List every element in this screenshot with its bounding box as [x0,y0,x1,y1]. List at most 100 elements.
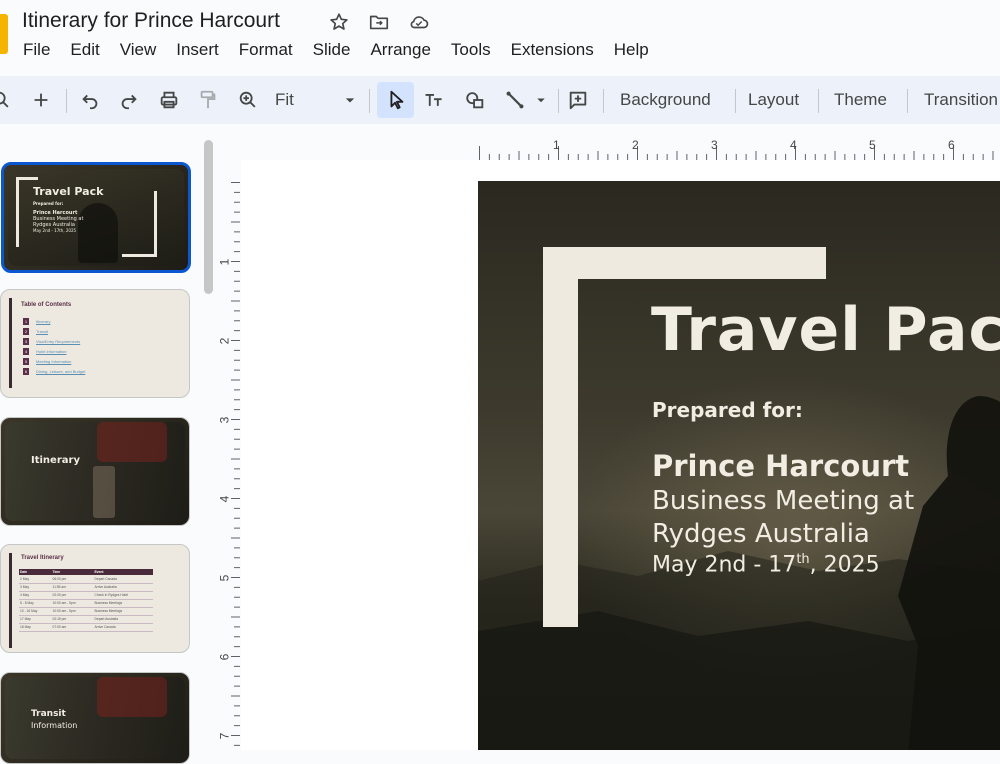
date-range-end: , 2025 [809,552,880,578]
table-cell: 11:55 am [52,585,67,589]
prepared-for-label[interactable]: Prepared for: [652,398,803,422]
thumbnail-title: Itinerary [31,455,80,466]
table-cell: Arrive Australia [94,585,117,589]
menu-insert[interactable]: Insert [176,40,219,62]
thumbnail-title: Table of Contents [21,302,72,308]
table-cell: Arrive Canada [94,625,116,629]
ruler-label: 2 [217,337,232,345]
toc-number: 2 [23,327,29,335]
table-row: 18 May 07:00 am Arrive Canada [19,623,153,631]
toc-link: Dining, Leisure, and Budget [36,368,86,374]
table-cell: 07:00 am [52,625,67,629]
table-cell: 02:15 pm [52,617,67,621]
slide-title[interactable]: Travel Pac [651,295,1000,365]
table-cell: Depart Canada [94,576,117,581]
zoom-dropdown-chevron-down-icon[interactable] [340,84,360,116]
slide-thumbnail-4[interactable]: Travel Itinerary Date Time Event 2 May 06… [0,544,190,653]
menu-format[interactable]: Format [239,40,293,62]
paint-format-icon[interactable] [195,84,221,116]
recipient-name[interactable]: Prince Harcourt [652,449,909,483]
background-button[interactable]: Background [620,90,711,110]
menu-tools[interactable]: Tools [451,40,491,62]
table-row: 4 May 02:00 pm Check in Rydges Hotel [19,591,153,599]
undo-icon[interactable] [77,84,103,116]
corner-bracket-top [543,247,826,279]
toc-link: Transit [36,328,49,334]
document-title[interactable]: Itinerary for Prince Harcourt [22,9,280,33]
slide-thumbnail-1[interactable]: Travel Pack Prepared for: Prince Harcour… [1,162,191,273]
filmstrip-scrollbar[interactable] [204,140,213,294]
line-dropdown-chevron-down-icon[interactable] [532,84,550,116]
toc-number: 6 [23,367,29,375]
ruler-ticks [231,182,240,746]
theme-button[interactable]: Theme [834,90,887,110]
thumbnail-title: Travel Itinerary [21,555,64,561]
ruler-label: 4 [790,138,797,152]
table-cell: 3 May [20,585,29,589]
ruler-label: 5 [217,574,232,582]
vertical-ruler[interactable]: 1 2 3 4 5 6 7 [217,182,240,750]
date-range-start: May 2nd - 17 [652,552,797,578]
corner-bracket [122,254,157,257]
layout-button[interactable]: Layout [748,90,799,110]
text-box-icon[interactable] [421,84,447,116]
cloud-saved-icon[interactable] [407,11,431,35]
transition-button[interactable]: Transition [924,90,998,110]
add-comment-icon[interactable] [565,84,591,116]
menu-arrange[interactable]: Arrange [370,40,430,62]
menu-help[interactable]: Help [614,40,649,62]
toolbar-divider [818,89,819,113]
slide-thumbnail-3[interactable]: Itinerary [0,417,190,526]
corner-bracket [16,177,38,180]
toc-link: Visa/Entry Requirements [36,338,81,344]
ruler-label: 4 [217,495,232,503]
date-range[interactable]: May 2nd - 17th, 2025 [652,552,880,577]
menu-slide[interactable]: Slide [313,40,351,62]
shape-icon[interactable] [462,84,488,116]
slides-logo-icon[interactable] [0,14,8,54]
menu-extensions[interactable]: Extensions [511,40,594,62]
toc-number: 4 [23,347,29,355]
menu-file[interactable]: File [23,40,50,62]
corner-bracket [16,177,19,247]
new-slide-icon[interactable] [28,84,54,116]
toc-link: Meeting Information [36,358,72,364]
toolbar-divider [369,89,370,113]
event-line-2[interactable]: Rydges Australia [652,519,870,549]
redo-icon[interactable] [116,84,142,116]
corner-bracket-left [543,247,578,627]
star-icon[interactable] [328,11,352,35]
toc-number: 1 [23,317,29,325]
accent-bar [9,553,12,648]
table-cell: 10:00 am - 5pm [52,601,76,605]
table-cell: 4 May [20,593,29,597]
zoom-icon[interactable] [235,84,261,116]
search-menus-icon[interactable] [0,84,12,116]
thumbnail-title: Transit [31,709,66,719]
thumbnail-title: Travel Pack [33,185,104,198]
table-cell: 06:00 pm [52,576,67,581]
zoom-value[interactable]: Fit [275,90,294,110]
horizontal-ruler[interactable]: 1 2 3 4 5 6 [479,138,1000,160]
print-icon[interactable] [156,84,182,116]
move-folder-icon[interactable] [368,11,392,35]
toolbar-divider [735,89,736,113]
main-slide[interactable]: Travel Pac Prepared for: Prince Harcourt… [478,181,1000,750]
menu-edit[interactable]: Edit [70,40,99,62]
red-jacket-shape [97,677,167,717]
table-cell: Business Meetings [94,601,123,605]
event-line-1[interactable]: Business Meeting at [652,486,914,516]
slide-thumbnail-2[interactable]: Table of Contents 1 Itinerary 2 Transit 3 V… [0,289,190,398]
table-cell: 10:00 am - 5pm [52,609,76,613]
select-cursor-icon[interactable] [377,82,414,118]
menu-bar: File Edit View Insert Format Slide Arran… [23,40,669,62]
ruler-label: 1 [553,138,560,152]
table-cell: 5 - 8 May [20,601,34,605]
menu-view[interactable]: View [120,40,157,62]
line-icon[interactable] [502,84,528,116]
toolbar-divider [558,89,559,113]
slide-thumbnail-5[interactable]: Transit Information [0,672,190,764]
toolbar: Fit Background Layout Theme Transition [0,76,1000,124]
toolbar-divider [603,89,604,113]
traveler-silhouette [78,203,118,263]
